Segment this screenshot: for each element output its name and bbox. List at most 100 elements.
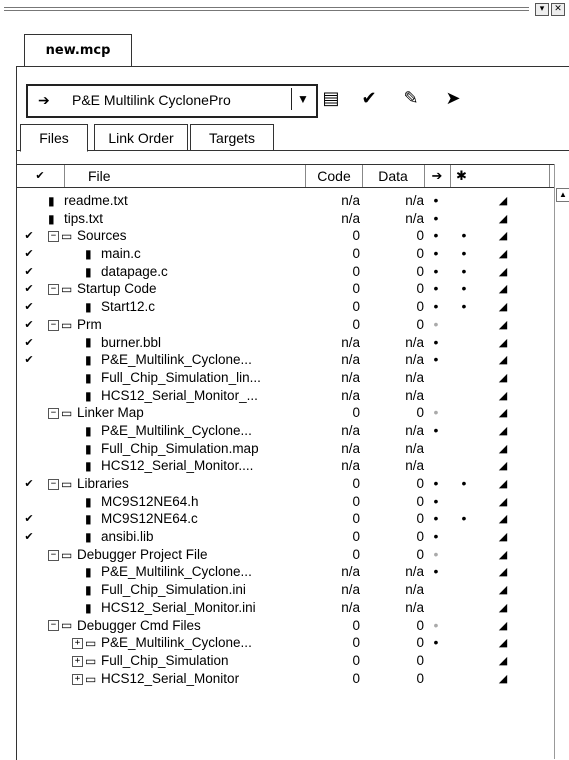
expand-icon[interactable]: + (72, 638, 83, 650)
table-row[interactable]: ▮ tips.txt n/a n/a • ◢ (16, 210, 556, 228)
chevron-down-icon[interactable]: ▼ (291, 88, 314, 110)
checkmark-column-icon[interactable]: ✔ (16, 165, 65, 187)
touch-icon[interactable]: ◢ (496, 510, 510, 527)
table-row[interactable]: ✔ ▮ P&E_Multilink_Cyclone... n/a n/a • ◢ (16, 351, 556, 369)
table-row[interactable]: ▮ Full_Chip_Simulation_lin... n/a n/a ◢ (16, 369, 556, 387)
table-row[interactable]: + ▭ HCS12_Serial_Monitor 0 0 ◢ (16, 670, 556, 688)
expand-icon[interactable]: + (72, 673, 83, 685)
table-row[interactable]: − ▭ Linker Map 0 0 • ◢ (16, 404, 556, 422)
file-name-cell[interactable]: ▮ ansibi.lib (72, 528, 154, 545)
table-row[interactable]: ✔ − ▭ Sources 0 0 • • ◢ (16, 227, 556, 245)
touch-icon[interactable]: ◢ (496, 316, 510, 333)
table-row[interactable]: ✔ − ▭ Prm 0 0 • ◢ (16, 316, 556, 334)
file-name-cell[interactable]: ▮ datapage.c (72, 263, 168, 280)
file-name-cell[interactable]: ▮ tips.txt (48, 210, 103, 227)
checkmark-icon[interactable]: ✔ (18, 316, 40, 333)
touch-icon[interactable]: ◢ (496, 192, 510, 209)
table-row[interactable]: ✔ − ▭ Startup Code 0 0 • • ◢ (16, 280, 556, 298)
target-dot-icon[interactable]: • (428, 404, 444, 421)
file-name-cell[interactable]: ▮ Full_Chip_Simulation.map (72, 440, 259, 457)
file-name-cell[interactable]: − ▭ Libraries (48, 475, 129, 492)
checkmark-icon[interactable]: ✔ (18, 475, 40, 492)
target-dot-icon[interactable]: • (428, 298, 444, 315)
touch-icon[interactable]: ◢ (496, 670, 510, 687)
file-name-cell[interactable]: ▮ P&E_Multilink_Cyclone... (72, 422, 252, 439)
debug-dot-icon[interactable]: • (456, 263, 472, 280)
tab-files[interactable]: Files (20, 124, 88, 152)
touch-icon[interactable]: ◢ (496, 263, 510, 280)
file-name-cell[interactable]: ▮ Full_Chip_Simulation.ini (72, 581, 246, 598)
touch-icon[interactable]: ◢ (496, 334, 510, 351)
checkmark-icon[interactable]: ✔ (18, 351, 40, 368)
debug-dot-icon[interactable]: • (456, 245, 472, 262)
target-column-icon[interactable]: ➔ (424, 165, 451, 187)
touch-icon[interactable]: ◢ (496, 210, 510, 227)
touch-icon[interactable]: ◢ (496, 387, 510, 404)
touch-icon[interactable]: ◢ (496, 563, 510, 580)
file-name-cell[interactable]: − ▭ Sources (48, 227, 127, 244)
table-row[interactable]: ✔ ▮ ansibi.lib 0 0 • ◢ (16, 528, 556, 546)
checkmark-icon[interactable]: ✔ (18, 227, 40, 244)
table-row[interactable]: ▮ readme.txt n/a n/a • ◢ (16, 192, 556, 210)
checkmark-icon[interactable]: ✔ (18, 510, 40, 527)
target-dot-icon[interactable]: • (428, 263, 444, 280)
table-row[interactable]: ▮ P&E_Multilink_Cyclone... n/a n/a • ◢ (16, 563, 556, 581)
file-name-cell[interactable]: ▮ Full_Chip_Simulation_lin... (72, 369, 261, 386)
target-dot-icon[interactable]: • (428, 422, 444, 439)
touch-icon[interactable]: ◢ (496, 634, 510, 651)
data-column-header[interactable]: Data (362, 165, 425, 187)
debug-dot-icon[interactable]: • (456, 510, 472, 527)
target-dot-icon[interactable]: • (428, 280, 444, 297)
collapse-icon[interactable]: − (48, 319, 59, 331)
checkmark-icon[interactable]: ✔ (18, 334, 40, 351)
target-dot-icon[interactable]: • (428, 634, 444, 651)
target-dot-icon[interactable]: • (428, 617, 444, 634)
code-column-header[interactable]: Code (306, 165, 363, 187)
target-select[interactable]: ➔ P&E Multilink CyclonePro ▼ (26, 84, 318, 118)
dropdown-icon[interactable]: ▾ (535, 3, 549, 16)
vertical-scrollbar[interactable]: ▲ (554, 164, 569, 759)
scroll-up-icon[interactable]: ▲ (556, 188, 569, 202)
panel-grip[interactable]: ▾ ✕ (0, 0, 569, 18)
table-row[interactable]: ▮ HCS12_Serial_Monitor_... n/a n/a ◢ (16, 387, 556, 405)
target-dot-icon[interactable]: • (428, 316, 444, 333)
target-dot-icon[interactable]: • (428, 528, 444, 545)
file-column-header[interactable]: File (64, 165, 306, 187)
collapse-icon[interactable]: − (48, 549, 59, 561)
checkmark-icon[interactable]: ✔ (18, 280, 40, 297)
target-dot-icon[interactable]: • (428, 475, 444, 492)
target-dot-icon[interactable]: • (428, 351, 444, 368)
table-row[interactable]: ✔ ▮ Start12.c 0 0 • • ◢ (16, 298, 556, 316)
table-row[interactable]: ▮ Full_Chip_Simulation.ini n/a n/a ◢ (16, 581, 556, 599)
touch-icon[interactable]: ◢ (496, 546, 510, 563)
touch-icon[interactable]: ◢ (496, 227, 510, 244)
tab-link-order[interactable]: Link Order (94, 124, 188, 151)
checkmark-icon[interactable]: ✔ (18, 528, 40, 545)
close-icon[interactable]: ✕ (551, 3, 565, 16)
table-row[interactable]: ✔ ▮ datapage.c 0 0 • • ◢ (16, 263, 556, 281)
touch-icon[interactable]: ◢ (496, 245, 510, 262)
target-dot-icon[interactable]: • (428, 334, 444, 351)
file-name-cell[interactable]: − ▭ Debugger Project File (48, 546, 208, 563)
touch-icon[interactable]: ◢ (496, 599, 510, 616)
table-row[interactable]: + ▭ P&E_Multilink_Cyclone... 0 0 • ◢ (16, 634, 556, 652)
file-name-cell[interactable]: − ▭ Linker Map (48, 404, 144, 421)
make-icon[interactable]: ✎ (398, 88, 424, 110)
table-row[interactable]: ✔ ▮ burner.bbl n/a n/a • ◢ (16, 334, 556, 352)
check-icon[interactable]: ✔ (356, 88, 382, 110)
touch-icon[interactable]: ◢ (496, 475, 510, 492)
debug-dot-icon[interactable]: • (456, 475, 472, 492)
collapse-icon[interactable]: − (48, 478, 59, 490)
tab-targets[interactable]: Targets (190, 124, 274, 151)
file-name-cell[interactable]: ▮ readme.txt (48, 192, 128, 209)
file-name-cell[interactable]: − ▭ Startup Code (48, 280, 157, 297)
expand-icon[interactable]: + (72, 655, 83, 667)
collapse-icon[interactable]: − (48, 231, 59, 243)
touch-icon[interactable]: ◢ (496, 493, 510, 510)
touch-icon[interactable]: ◢ (496, 528, 510, 545)
file-name-cell[interactable]: ▮ HCS12_Serial_Monitor_... (72, 387, 258, 404)
debug-dot-icon[interactable]: • (456, 227, 472, 244)
table-row[interactable]: ✔ ▮ main.c 0 0 • • ◢ (16, 245, 556, 263)
touch-icon[interactable]: ◢ (496, 617, 510, 634)
file-name-cell[interactable]: + ▭ HCS12_Serial_Monitor (72, 670, 239, 687)
